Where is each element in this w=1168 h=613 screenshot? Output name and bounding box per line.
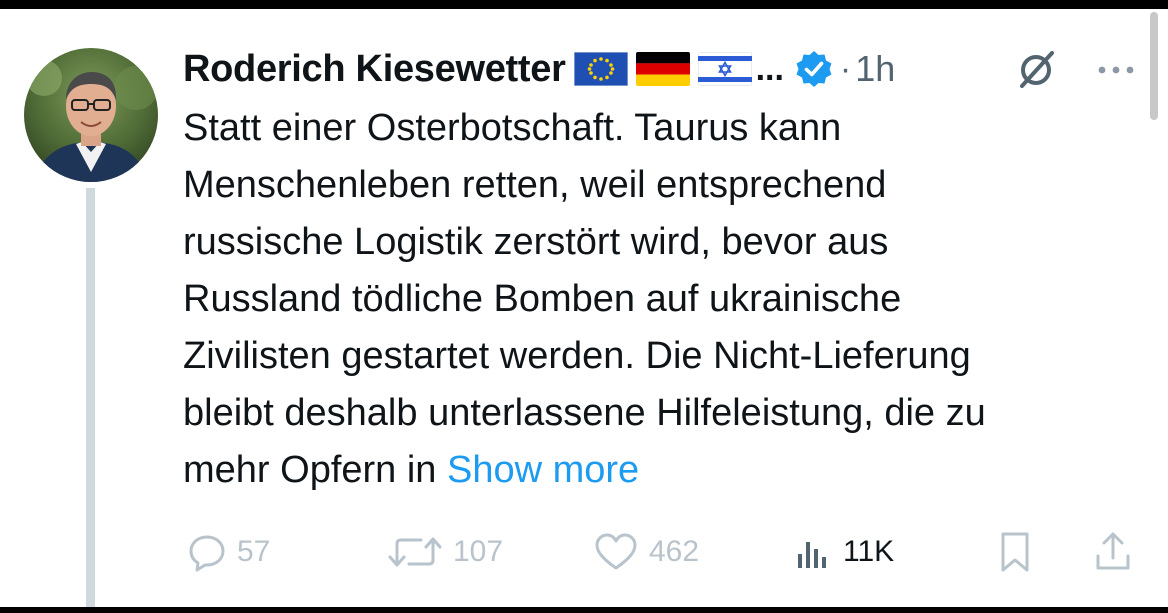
tweet-line: Statt einer Osterbotschaft. Taurus kann (183, 107, 842, 149)
like-button[interactable]: 462 (593, 524, 699, 580)
tweet-line: Zivilisten gestartet werden. Die Nicht-L… (183, 335, 971, 377)
analytics-icon (798, 542, 826, 568)
name-truncation: ... (755, 49, 784, 88)
bottom-border (0, 607, 1168, 613)
tweet-text: Statt einer Osterbotschaft. Taurus kann M… (183, 100, 1148, 499)
more-options-icon[interactable] (1094, 60, 1138, 80)
germany-flag-icon (635, 52, 690, 86)
scrollbar[interactable] (1150, 12, 1158, 120)
share-button[interactable] (1093, 524, 1133, 580)
bookmark-icon (1001, 532, 1029, 572)
reply-icon (189, 535, 225, 572)
avatar-photo (24, 48, 158, 182)
avatar[interactable] (24, 48, 158, 182)
reply-count: 57 (237, 535, 271, 568)
tweet-screenshot: Roderich Kiesewetter ... · 1h Statt eine… (0, 0, 1168, 613)
grok-icon[interactable] (1012, 48, 1060, 92)
tweet-line: Menschenleben retten, weil entsprechend (183, 164, 887, 206)
israel-flag-icon (697, 52, 752, 86)
like-count: 462 (649, 535, 700, 568)
tweet-line: Russland tödliche Bomben auf ukrainische (183, 278, 902, 320)
repost-count: 107 (453, 535, 504, 568)
eu-flag-icon (573, 52, 628, 86)
repost-button[interactable]: 107 (387, 524, 503, 580)
reply-button[interactable]: 57 (187, 524, 270, 580)
heart-icon (595, 533, 637, 570)
top-border (0, 0, 1168, 9)
view-count: 11K (843, 535, 895, 568)
views-button[interactable]: 11K (793, 524, 894, 580)
bookmark-button[interactable] (995, 524, 1035, 580)
meta-separator: · (839, 49, 852, 88)
verified-badge-icon[interactable] (794, 49, 834, 89)
tweet-line: russische Logistik zerstört wird, bevor … (183, 221, 889, 263)
share-icon (1096, 532, 1130, 570)
author-name[interactable]: Roderich Kiesewetter (183, 48, 566, 91)
tweet-line: bleibt deshalb unterlassene Hilfeleistun… (183, 392, 986, 434)
tweet-line: mehr Opfern in (183, 449, 447, 491)
tweet-header: Roderich Kiesewetter ... · 1h (183, 42, 895, 96)
show-more-link[interactable]: Show more (447, 449, 639, 491)
thread-line (86, 188, 95, 613)
tweet-actions: 57 107 462 11K (183, 524, 1143, 580)
repost-icon (388, 537, 442, 567)
post-time[interactable]: 1h (855, 48, 895, 90)
